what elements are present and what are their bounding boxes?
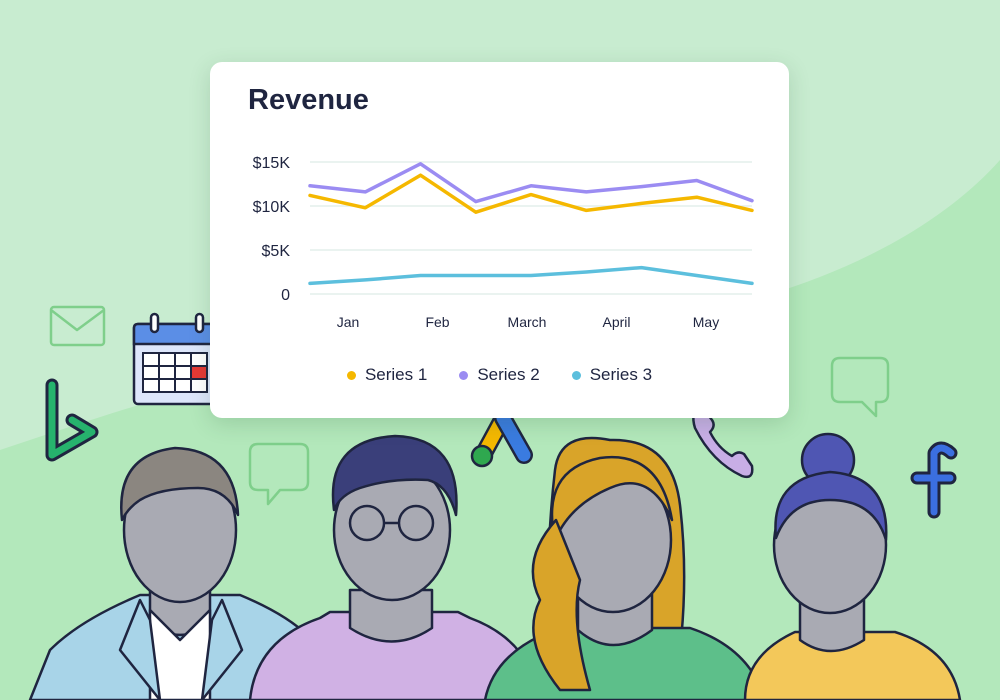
legend-marker — [571, 370, 581, 380]
y-tick-label: $10K — [253, 199, 291, 216]
x-tick-label: May — [693, 314, 719, 330]
series-line-3 — [308, 265, 754, 286]
legend-marker — [346, 370, 356, 380]
legend-label: Series 1 — [364, 365, 428, 384]
y-tick-label: $15K — [253, 155, 291, 172]
legend-label: Series 2 — [477, 365, 540, 384]
legend-item: Series 2 — [459, 365, 540, 385]
legend-item: Series 1 — [346, 365, 428, 385]
legend-marker — [459, 370, 469, 380]
legend-label: Series 3 — [589, 365, 653, 384]
y-tick-label: $5K — [262, 243, 291, 260]
x-tick-label: Jan — [337, 314, 360, 330]
calendar-icon — [132, 312, 222, 406]
legend-item: Series 3 — [571, 365, 653, 385]
revenue-chart-card: Revenue 0 $5K $10K $15K Jan Feb March April May … — [210, 62, 789, 418]
chart-legend: Series 1 Series 2 Series 3 — [210, 362, 789, 388]
x-tick-label: Feb — [425, 314, 449, 330]
x-tick-label: March — [508, 314, 547, 330]
x-tick-label: April — [602, 314, 630, 330]
y-tick-label: 0 — [281, 287, 290, 304]
